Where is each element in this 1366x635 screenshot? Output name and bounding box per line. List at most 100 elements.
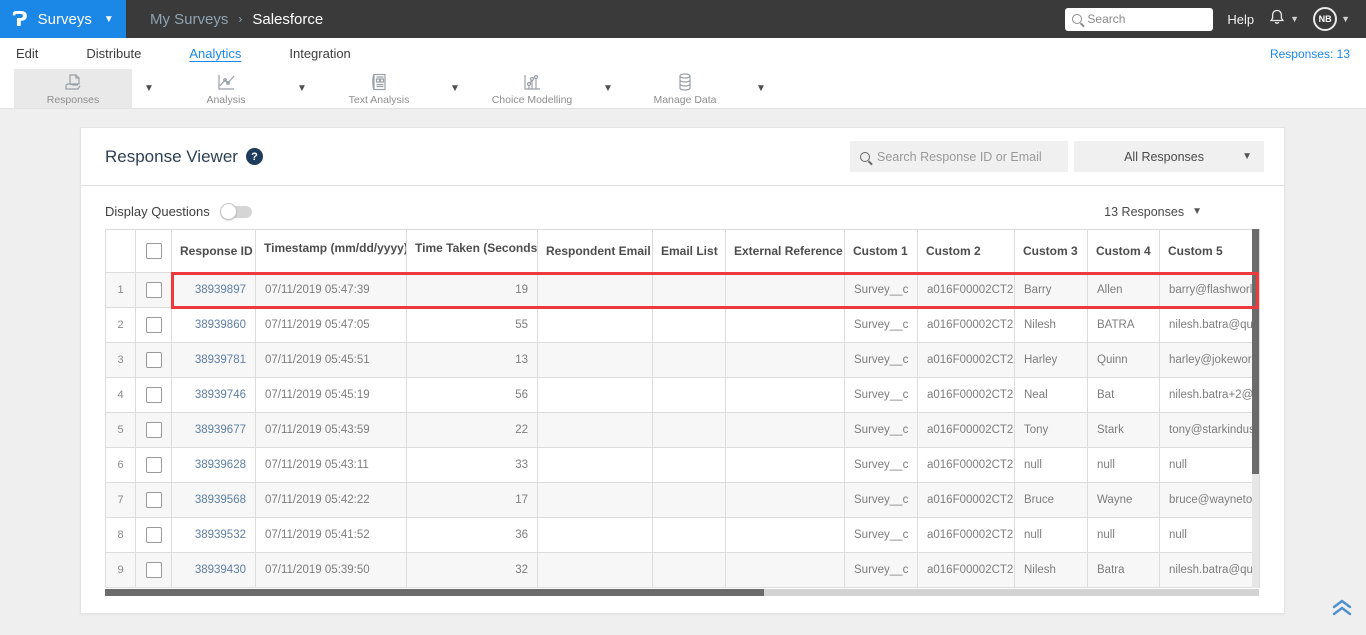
row-checkbox[interactable] <box>145 492 162 508</box>
surveys-menu[interactable]: Ɂ Surveys ▼ <box>0 0 126 38</box>
column-header[interactable]: External Reference <box>725 229 845 273</box>
cell-timestamp-mm-dd-yyyy: 07/11/2019 05:39:50 <box>255 552 407 588</box>
cell-time-taken-seconds: 17 <box>406 482 538 518</box>
column-header[interactable]: Time Taken (Seconds)▲▼ <box>406 229 538 273</box>
questionpro-logo-icon: Ɂ <box>12 7 28 31</box>
nav-item-analytics[interactable]: Analytics <box>189 46 241 62</box>
cell-custom-4: null <box>1087 447 1160 483</box>
nav-item-integration[interactable]: Integration <box>289 46 350 62</box>
column-header-label: Response ID <box>180 244 253 258</box>
avatar: NB <box>1313 7 1338 31</box>
select-all-checkbox[interactable] <box>145 243 162 259</box>
cell-response-id[interactable]: 38939628 <box>171 447 256 483</box>
response-search-input[interactable] <box>877 149 1058 164</box>
nav-item-edit[interactable]: Edit <box>16 46 38 62</box>
cell-custom-2: a016F00002CT2Lc <box>917 552 1015 588</box>
row-checkbox[interactable] <box>145 352 162 368</box>
column-header[interactable]: Respondent Email <box>537 229 653 273</box>
cell-custom-5: barry@flashworld. <box>1159 272 1260 308</box>
row-checkbox[interactable] <box>145 527 162 543</box>
cell-external-reference <box>725 517 845 553</box>
text-analysis-tab-caret[interactable]: ▼ <box>438 69 472 108</box>
row-select-cell <box>135 377 172 413</box>
choice-modelling-tab-caret[interactable]: ▼ <box>591 69 625 108</box>
cell-email-list <box>652 377 726 413</box>
row-checkbox[interactable] <box>145 317 162 333</box>
column-header-label: External Reference <box>734 244 843 258</box>
breadcrumb-my-surveys[interactable]: My Surveys <box>150 11 228 28</box>
table-row: 3 38939781 07/11/2019 05:45:51 13 Survey__c a… <box>105 342 1260 378</box>
chevron-down-icon: ▼ <box>1192 206 1202 217</box>
analysis-tab[interactable]: Analysis <box>167 69 285 108</box>
cell-timestamp-mm-dd-yyyy: 07/11/2019 05:41:52 <box>255 517 407 553</box>
row-checkbox[interactable] <box>145 387 162 403</box>
scroll-to-top-button[interactable] <box>1331 597 1353 617</box>
notifications-menu[interactable]: ▼ <box>1268 8 1299 31</box>
global-search-input[interactable] <box>1087 12 1207 26</box>
cell-time-taken-seconds: 13 <box>406 342 538 378</box>
cell-custom-4: Bat <box>1087 377 1160 413</box>
column-header[interactable]: Custom 2 <box>917 229 1015 273</box>
row-checkbox[interactable] <box>145 457 162 473</box>
cell-response-id[interactable]: 38939568 <box>171 482 256 518</box>
cell-custom-3: Tony <box>1014 412 1088 448</box>
choice-modelling-tab[interactable]: Choice Modelling <box>473 69 591 108</box>
cell-response-id[interactable]: 38939532 <box>171 517 256 553</box>
responses-tab[interactable]: Responses <box>14 69 132 108</box>
analysis-tab-caret[interactable]: ▼ <box>285 69 319 108</box>
search-icon <box>860 151 870 162</box>
column-header[interactable]: Custom 3 <box>1014 229 1088 273</box>
cell-respondent-email <box>537 272 653 308</box>
cell-respondent-email <box>537 482 653 518</box>
cell-response-id[interactable]: 38939897 <box>171 272 256 308</box>
column-header-label: Email List <box>661 244 718 258</box>
cell-time-taken-seconds: 55 <box>406 307 538 343</box>
cell-timestamp-mm-dd-yyyy: 07/11/2019 05:42:22 <box>255 482 407 518</box>
column-header-label: Time Taken (Seconds) <box>415 241 538 255</box>
cell-custom-5: null <box>1159 447 1260 483</box>
responses-tab-caret[interactable]: ▼ <box>132 69 166 108</box>
text-analysis-tab[interactable]: Text Analysis <box>320 69 438 108</box>
chevron-down-icon: ▼ <box>1341 14 1350 24</box>
cell-custom-3: Neal <box>1014 377 1088 413</box>
cell-response-id[interactable]: 38939677 <box>171 412 256 448</box>
manage-data-tab[interactable]: Manage Data <box>626 69 744 108</box>
help-link[interactable]: Help <box>1227 12 1254 27</box>
cell-response-id[interactable]: 38939746 <box>171 377 256 413</box>
column-header[interactable]: Email List <box>652 229 726 273</box>
cell-custom-5: harley@jokeworld. <box>1159 342 1260 378</box>
cell-response-id[interactable]: 38939781 <box>171 342 256 378</box>
column-header[interactable]: Custom 4 <box>1087 229 1160 273</box>
column-header[interactable]: Custom 5 <box>1159 229 1260 273</box>
column-header[interactable]: Response ID▲ <box>171 229 256 273</box>
response-search <box>850 141 1068 172</box>
page-title-text: Response Viewer <box>105 146 238 166</box>
help-circle-icon[interactable]: ? <box>245 148 263 165</box>
cell-custom-4: Stark <box>1087 412 1160 448</box>
table-row: 8 38939532 07/11/2019 05:41:52 36 Survey__c a… <box>105 517 1260 553</box>
row-checkbox[interactable] <box>145 562 162 578</box>
display-questions-toggle[interactable] <box>219 202 252 220</box>
column-header[interactable]: Custom 1 <box>844 229 918 273</box>
row-checkbox[interactable] <box>145 422 162 438</box>
cell-custom-3: Nilesh <box>1014 307 1088 343</box>
cell-response-id[interactable]: 38939860 <box>171 307 256 343</box>
cell-email-list <box>652 552 726 588</box>
cell-response-id[interactable]: 38939430 <box>171 552 256 588</box>
response-filter-dropdown[interactable]: All Responses ▼ <box>1074 141 1264 172</box>
manage-data-tab-caret[interactable]: ▼ <box>744 69 778 108</box>
responses-count[interactable]: Responses: 13 <box>1270 47 1350 61</box>
responses-count-dropdown[interactable]: 13 Responses ▼ <box>1104 205 1202 219</box>
vertical-scrollbar-thumb[interactable] <box>1252 229 1259 474</box>
account-menu[interactable]: NB ▼ <box>1313 7 1350 31</box>
analytics-toolbar: Responses ▼ Analysis ▼ Text Analysis ▼ C… <box>0 69 1366 109</box>
nav-item-distribute[interactable]: Distribute <box>86 46 141 62</box>
cell-custom-5: nilesh.batra@ques <box>1159 552 1260 588</box>
line-chart-icon <box>215 72 237 92</box>
horizontal-scrollbar-thumb[interactable] <box>105 589 764 596</box>
row-checkbox[interactable] <box>145 282 162 298</box>
cell-respondent-email <box>537 307 653 343</box>
cell-custom-2: a016F00002CT2LX <box>917 412 1015 448</box>
column-header-label: Custom 3 <box>1023 244 1078 258</box>
column-header[interactable]: Timestamp (mm/dd/yyyy)▲▼ <box>255 229 407 273</box>
